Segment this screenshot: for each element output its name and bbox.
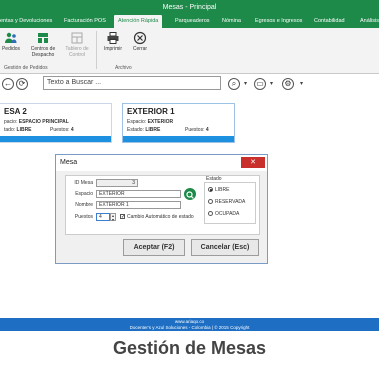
- radio-libre-label: LIBRE: [215, 187, 230, 193]
- puestos-value: 4: [205, 127, 209, 133]
- espacio-label: pacio:: [4, 119, 18, 125]
- search-toolbar: ← ⟳ Texto a Buscar ... ⌕ ▾ ▭ ▾ ⚙ ▾: [0, 74, 379, 94]
- footer-copyright: Docenter's y Azul Soluciones - Colombia …: [129, 324, 250, 330]
- group-archivo: Archivo: [115, 65, 132, 71]
- checkbox-icon[interactable]: ✓: [120, 214, 125, 220]
- espacio-value: EXTERIOR: [147, 119, 174, 125]
- search-icon[interactable]: ⌕: [228, 78, 240, 90]
- id-mesa-label: ID Mesa: [74, 180, 93, 186]
- table-card[interactable]: EXTERIOR 1 Espacio: EXTERIOR Estado: LIB…: [122, 103, 235, 143]
- group-gestion-pedidos: Gestión de Pedidos: [4, 65, 48, 71]
- cancelar-button[interactable]: Cancelar (Esc): [191, 239, 259, 256]
- search-input[interactable]: Texto a Buscar ...: [43, 76, 221, 90]
- table-puestos: Puestos: 4: [50, 127, 74, 133]
- search-dropdown-icon[interactable]: ▾: [244, 80, 247, 87]
- pedidos-button[interactable]: Pedidos: [1, 31, 21, 52]
- espacio-label: Espacio: [75, 191, 93, 197]
- radio-reservada-label: RESERVADA: [215, 199, 246, 205]
- puestos-stepper[interactable]: 4: [96, 213, 110, 221]
- table-espacio: pacio: ESPACIO PRINCIPAL: [4, 119, 69, 125]
- puestos-value: 4: [70, 127, 74, 133]
- ribbon-tabs: entas y Devoluciones Facturación POS Ate…: [0, 15, 379, 28]
- ribbon: Pedidos Centros de Despacho Tablero de C…: [0, 28, 379, 74]
- print-dropdown-icon[interactable]: ▾: [270, 80, 273, 87]
- table-title: EXTERIOR 1: [127, 107, 175, 116]
- refresh-icon[interactable]: ⟳: [16, 78, 28, 90]
- ribbon-separator: [96, 31, 97, 69]
- estado-value: LIBRE: [16, 127, 32, 133]
- id-mesa-field: 3: [96, 179, 138, 187]
- radio-libre[interactable]: LIBRE: [208, 187, 229, 193]
- status-bar: [123, 136, 234, 142]
- dialog-title: Mesa: [56, 155, 267, 171]
- mesa-dialog: Mesa ✕ ID Mesa 3 Espacio EXTERIOR Nombre…: [55, 154, 268, 264]
- imprimir-button[interactable]: Imprimir: [101, 31, 125, 52]
- radio-checked-icon: [208, 187, 213, 193]
- tablero-label-2: Control: [68, 52, 86, 58]
- cerrar-button[interactable]: Cerrar: [129, 31, 151, 52]
- tab-atencion-rapida[interactable]: Atención Rápida: [114, 15, 163, 28]
- cambio-automatico-label: Cambio Automático de estado: [127, 214, 194, 220]
- estado-group: LIBRE RESERVADA OCUPADA: [204, 182, 256, 224]
- settings-icon[interactable]: ⚙: [282, 78, 294, 90]
- table-title: ESA 2: [4, 107, 27, 116]
- puestos-label: Puestos:: [50, 127, 70, 133]
- centros-despacho-button[interactable]: Centros de Despacho: [27, 31, 59, 58]
- tab-nomina[interactable]: Nómina: [222, 15, 241, 28]
- tab-egresos-ingresos[interactable]: Egresos e Ingresos: [255, 15, 302, 28]
- estado-value: LIBRE: [145, 127, 161, 133]
- search-icon[interactable]: [184, 188, 196, 200]
- close-circle-icon: [133, 31, 147, 45]
- tab-ventas[interactable]: entas y Devoluciones: [0, 15, 52, 28]
- radio-ocupada-label: OCUPADA: [215, 211, 240, 217]
- estado-label: tado:: [4, 127, 16, 133]
- estado-label: Estado:: [127, 127, 144, 133]
- caption-title: Gestión de Mesas: [112, 338, 267, 358]
- print-icon[interactable]: ▭: [254, 78, 266, 90]
- table-card[interactable]: ESA 2 pacio: ESPACIO PRINCIPAL tado: LIB…: [0, 103, 112, 143]
- espacio-label: Espacio:: [127, 119, 147, 125]
- table-estado: Estado: LIBRE: [127, 127, 160, 133]
- centros-label-2: Despacho: [31, 52, 55, 58]
- spinner-arrows-icon[interactable]: ▴ ▾: [110, 213, 116, 222]
- espacio-field[interactable]: EXTERIOR: [96, 190, 181, 198]
- radio-reservada[interactable]: RESERVADA: [208, 199, 245, 205]
- tab-contabilidad[interactable]: Contabilidad: [314, 15, 345, 28]
- printer-icon: [107, 32, 119, 44]
- imprimir-label: Imprimir: [103, 46, 123, 52]
- window-title: Mesas - Principal: [0, 0, 379, 15]
- tablero-control-button[interactable]: Tablero de Control: [61, 31, 93, 58]
- people-icon: [5, 32, 17, 43]
- dispatch-icon: [38, 33, 48, 43]
- radio-unchecked-icon: [208, 199, 213, 205]
- dashboard-icon: [71, 32, 83, 44]
- nombre-label: Nombre: [75, 202, 93, 208]
- tab-parqueaderos[interactable]: Parqueaderos: [175, 15, 210, 28]
- pedidos-label: Pedidos: [1, 46, 21, 52]
- tab-analisis[interactable]: Análisis: [360, 15, 379, 28]
- nombre-field[interactable]: EXTERIOR 1: [96, 201, 181, 209]
- table-estado: tado: LIBRE: [4, 127, 32, 133]
- cerrar-label: Cerrar: [132, 46, 148, 52]
- tab-facturacion-pos[interactable]: Facturación POS: [64, 15, 106, 28]
- puestos-label: Puestos:: [185, 127, 205, 133]
- radio-unchecked-icon: [208, 211, 213, 217]
- aceptar-button[interactable]: Aceptar (F2): [123, 239, 185, 256]
- close-icon[interactable]: ✕: [241, 157, 265, 168]
- espacio-value: ESPACIO PRINCIPAL: [18, 119, 69, 125]
- table-espacio: Espacio: EXTERIOR: [127, 119, 173, 125]
- dialog-form: ID Mesa 3 Espacio EXTERIOR Nombre EXTERI…: [65, 175, 260, 235]
- puestos-label: Puestos: [74, 214, 93, 220]
- settings-dropdown-icon[interactable]: ▾: [300, 80, 303, 87]
- table-puestos: Puestos: 4: [185, 127, 209, 133]
- footer: www.ariaqo.co Docenter's y Azul Solucion…: [0, 318, 379, 331]
- radio-ocupada[interactable]: OCUPADA: [208, 211, 239, 217]
- back-icon[interactable]: ←: [2, 78, 14, 90]
- status-bar: [0, 136, 111, 142]
